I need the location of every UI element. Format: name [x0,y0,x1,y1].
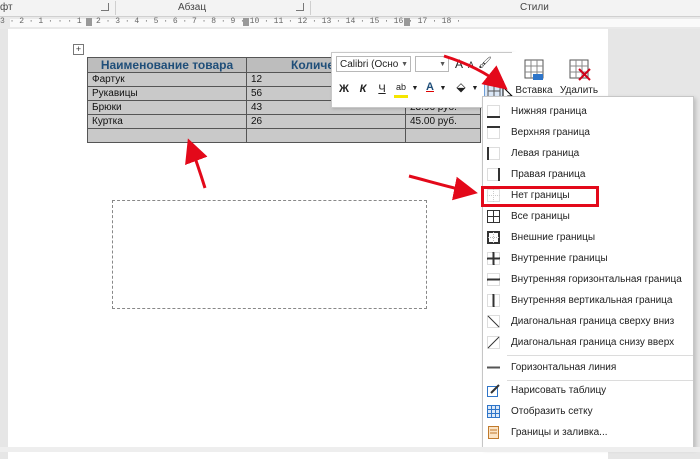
menu-item-label: Горизонтальная линия [511,362,617,373]
menu-item-label: Нижняя граница [511,106,587,117]
font-color-button[interactable]: A [424,79,436,95]
menu-item-draw-table[interactable]: Нарисовать таблицу [483,380,693,401]
borders-dropdown-menu: Нижняя граница Верхняя граница Левая гра… [482,96,694,448]
border-top-icon [487,126,500,139]
menu-item-border-right[interactable]: Правая граница [483,164,693,185]
draw-table-icon [487,384,500,397]
menu-item-border-diagonal-up[interactable]: Диагональная граница снизу вверх [483,332,693,353]
ribbon-group-paragraph-label: Абзац [178,2,207,13]
delete-table-icon [569,59,591,81]
chevron-down-icon: ▼ [401,61,408,68]
border-inside-icon [487,252,500,265]
chevron-down-icon[interactable]: ▼ [471,81,479,97]
border-outside-icon [487,231,500,244]
menu-item-label: Верхняя граница [511,127,590,138]
menu-item-border-inside-horizontal[interactable]: Внутренняя горизонтальная граница [483,269,693,290]
chevron-down-icon[interactable]: ▼ [439,81,447,97]
menu-item-border-diagonal-down[interactable]: Диагональная граница сверху вниз [483,311,693,332]
empty-text-frame [112,200,427,309]
font-size-dropdown[interactable]: ▼ [415,56,449,72]
horizontal-line-icon [487,366,500,369]
table-row [87,128,481,143]
ruler-numbers: 3 · 2 · 1 · · · 1 · 2 · 3 · 4 · 5 · 6 · … [0,17,461,26]
format-painter-icon[interactable]: 🖌 [478,55,492,71]
chevron-down-icon: ▼ [439,61,446,68]
table-cell[interactable]: Рукавицы [87,86,247,101]
table-move-handle-icon[interactable]: + [73,44,84,55]
table-cell[interactable] [246,128,406,143]
menu-item-label: Диагональная граница сверху вниз [511,316,675,327]
border-right-icon [487,168,500,181]
menu-item-borders-and-shading[interactable]: Границы и заливка... [483,422,693,443]
ruler-column-marker-icon[interactable] [243,18,249,26]
menu-item-label: Внутренние границы [511,253,608,264]
menu-item-label: Диагональная граница снизу вверх [511,337,675,348]
borders-shading-icon [488,426,499,439]
border-diagonal-down-icon [487,315,500,328]
menu-item-label: Внешние границы [511,232,596,243]
border-bottom-icon [487,105,500,118]
table-header-cell[interactable]: Наименование товара [87,57,247,73]
menu-item-label: Внутренняя вертикальная граница [511,295,673,306]
border-all-icon [487,210,500,223]
ribbon-group-bar: фт Абзац Стили [0,0,700,17]
menu-item-border-all[interactable]: Все границы [483,206,693,227]
menu-item-label: Правая граница [511,169,586,180]
font-name-value: Calibri (Осно [340,59,399,70]
border-diagonal-up-icon [487,336,500,349]
menu-item-border-inside[interactable]: Внутренние границы [483,248,693,269]
table-cell[interactable]: Брюки [87,100,247,115]
ribbon-group-divider [310,1,311,15]
underline-button[interactable]: Ч [375,81,389,97]
font-dialog-launcher-icon[interactable] [101,3,109,11]
table-cell[interactable]: 26 [246,114,406,129]
menu-item-label: Границы и заливка... [511,427,608,438]
italic-button[interactable]: К [356,81,370,97]
table-cell[interactable] [87,128,247,143]
bold-button[interactable]: Ж [337,81,351,97]
menu-item-horizontal-line[interactable]: Горизонтальная линия [483,357,693,378]
paragraph-dialog-launcher-icon[interactable] [296,3,304,11]
menu-item-label: Левая граница [511,148,580,159]
menu-item-border-bottom[interactable]: Нижняя граница [483,101,693,122]
menu-item-border-left[interactable]: Левая граница [483,143,693,164]
table-cell[interactable]: Фартук [87,72,247,87]
font-name-dropdown[interactable]: Calibri (Осно ▼ [336,56,411,72]
ribbon-group-font-label: фт [0,2,13,13]
menu-item-label: Отобразить сетку [511,406,593,417]
chevron-down-icon[interactable]: ▼ [411,81,419,97]
border-left-icon [487,147,500,160]
delete-button-label: Удалить [559,85,599,96]
menu-separator [507,355,693,356]
menu-item-border-inside-vertical[interactable]: Внутренняя вертикальная граница [483,290,693,311]
ruler-column-marker-icon[interactable] [404,18,410,26]
border-inside-horizontal-icon [487,273,500,286]
menu-item-border-top[interactable]: Верхняя граница [483,122,693,143]
table-cell[interactable]: Куртка [87,114,247,129]
shrink-font-button[interactable]: A [468,57,474,73]
status-bar-edge [0,447,700,452]
menu-item-view-gridlines[interactable]: Отобразить сетку [483,401,693,422]
horizontal-ruler[interactable]: 3 · 2 · 1 · · · 1 · 2 · 3 · 4 · 5 · 6 · … [0,17,700,29]
menu-item-border-outside[interactable]: Внешние границы [483,227,693,248]
annotation-highlight-box [481,186,599,207]
border-inside-vertical-icon [487,294,500,307]
highlight-color-icon[interactable]: ab [394,79,408,98]
shading-fill-icon[interactable]: ⬙ [454,79,468,98]
table-cell[interactable]: 45.00 руб. [405,114,481,129]
table-row: Куртка 26 45.00 руб. [87,114,481,129]
ribbon-group-styles-label: Стили [520,2,549,13]
insert-button-label: Вставка [515,85,553,96]
ruler-indent-marker-icon[interactable] [86,18,92,26]
table-cell[interactable] [405,128,481,143]
menu-item-label: Внутренняя горизонтальная граница [511,274,682,285]
insert-table-icon [524,59,544,80]
view-gridlines-icon [487,405,500,418]
menu-item-label: Все границы [511,211,570,222]
menu-item-label: Нарисовать таблицу [511,385,607,396]
ribbon-group-divider [115,1,116,15]
grow-font-button[interactable]: A [455,56,463,72]
